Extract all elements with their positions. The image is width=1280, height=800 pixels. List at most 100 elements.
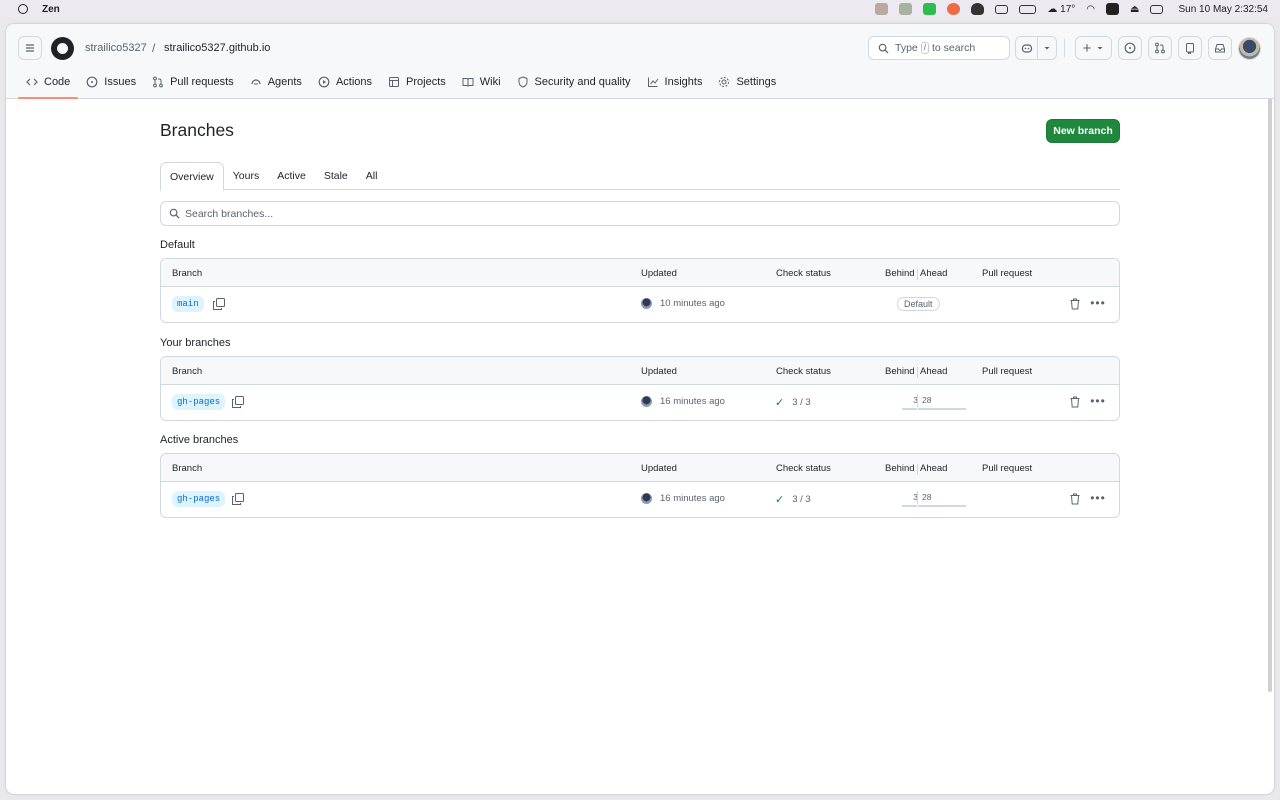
more-options-icon[interactable]: ••• <box>1090 490 1106 506</box>
search-icon <box>878 43 889 54</box>
github-header: strailico5327 / strailico5327.github.io … <box>6 24 1274 99</box>
global-search-input[interactable]: Type / to search <box>868 36 1010 60</box>
column-check-status: Check status <box>776 463 831 474</box>
more-options-icon[interactable]: ••• <box>1090 295 1106 311</box>
tray-app-icon[interactable] <box>947 3 961 15</box>
tab-active[interactable]: Active <box>268 162 315 190</box>
header-divider <box>1064 39 1065 57</box>
wechat-icon[interactable] <box>923 3 937 15</box>
clock[interactable]: Sun 10 May 2:32:54 <box>1178 4 1268 15</box>
tab-wiki[interactable]: Wiki <box>454 70 509 94</box>
breadcrumb-separator: / <box>152 41 156 55</box>
table-header: Branch Updated Check status Behind Ahead… <box>161 357 1119 385</box>
copy-icon[interactable] <box>212 297 226 311</box>
window-icon[interactable] <box>995 4 1009 14</box>
check-status[interactable]: ✓ 3 / 3 <box>775 493 811 506</box>
ahead-bar <box>918 505 966 507</box>
tab-agents[interactable]: Agents <box>242 70 310 94</box>
table-row: gh-pages 16 minutes ago ✓ 3 / 3 3 28 ••• <box>161 385 1119 420</box>
trash-icon[interactable] <box>1068 492 1082 506</box>
browser-window: strailico5327 / strailico5327.github.io … <box>6 24 1274 794</box>
menu-button[interactable] <box>18 36 42 60</box>
trash-icon[interactable] <box>1068 297 1082 311</box>
tab-label: Actions <box>335 76 373 88</box>
breadcrumb-repo[interactable]: strailico5327.github.io <box>164 42 270 54</box>
tab-issues[interactable]: Issues <box>78 70 144 94</box>
battery-icon[interactable] <box>1019 4 1037 14</box>
check-status[interactable]: ✓ 3 / 3 <box>775 396 811 409</box>
tab-pull-requests[interactable]: Pull requests <box>144 70 242 94</box>
tab-stale[interactable]: Stale <box>315 162 357 190</box>
tab-actions[interactable]: Actions <box>310 70 380 94</box>
tab-insights[interactable]: Insights <box>639 70 711 94</box>
branch-search-input[interactable]: Search branches... <box>160 201 1120 226</box>
tab-settings[interactable]: Settings <box>710 70 784 94</box>
trash-icon[interactable] <box>1068 395 1082 409</box>
code-icon <box>26 76 38 88</box>
tab-label: Settings <box>736 76 777 88</box>
tray-app-icon[interactable] <box>875 3 889 15</box>
copy-icon[interactable] <box>231 395 245 409</box>
tab-projects[interactable]: Projects <box>380 70 454 94</box>
column-check-status: Check status <box>776 268 831 279</box>
inbox-button[interactable] <box>1208 36 1232 60</box>
book-icon <box>462 76 474 88</box>
column-updated: Updated <box>641 366 677 377</box>
tray-app-icon[interactable] <box>1106 3 1120 15</box>
user-avatar[interactable] <box>1238 37 1261 60</box>
hamburger-icon <box>26 44 34 52</box>
tab-label: Pull requests <box>170 76 234 88</box>
copilot-icon[interactable] <box>1016 37 1038 59</box>
github-logo-icon[interactable] <box>51 37 74 60</box>
column-ahead: Ahead <box>920 268 948 279</box>
create-new-button[interactable]: + <box>1075 36 1112 60</box>
column-ahead: Ahead <box>920 463 948 474</box>
tab-all[interactable]: All <box>357 162 387 190</box>
more-options-icon[interactable]: ••• <box>1090 393 1106 409</box>
pull-requests-button[interactable] <box>1148 36 1172 60</box>
copilot-button[interactable] <box>1015 36 1057 60</box>
gear-icon <box>718 76 730 88</box>
author-avatar[interactable] <box>641 396 652 407</box>
wifi-icon[interactable]: ◠ <box>1086 4 1095 15</box>
tray-app-icon[interactable] <box>899 3 913 15</box>
branch-name-link[interactable]: gh-pages <box>172 491 226 507</box>
tab-security-and-quality[interactable]: Security and quality <box>509 70 639 94</box>
inbox-icon <box>1215 44 1225 53</box>
behind-ahead-graph: 3 28 <box>902 491 966 507</box>
tab-yours[interactable]: Yours <box>224 162 268 190</box>
weather-icon[interactable]: ☁ 17° <box>1047 4 1075 15</box>
chevron-down-icon[interactable] <box>1038 37 1056 59</box>
table-header: Branch Updated Check status Behind Ahead… <box>161 454 1119 482</box>
repo-icon <box>1186 43 1194 54</box>
branch-name-link[interactable]: main <box>172 296 204 312</box>
tab-overview[interactable]: Overview <box>160 162 224 191</box>
shield-icon <box>517 76 529 88</box>
eject-icon[interactable]: ⏏ <box>1130 4 1139 15</box>
behind-bar <box>902 505 917 507</box>
copy-icon[interactable] <box>231 492 245 506</box>
updated-cell: 16 minutes ago <box>641 493 725 504</box>
author-avatar[interactable] <box>641 493 652 504</box>
branch-name-link[interactable]: gh-pages <box>172 394 226 410</box>
tab-code[interactable]: Code <box>18 70 79 99</box>
repositories-button[interactable] <box>1178 36 1202 60</box>
issue-icon <box>86 76 98 88</box>
check-icon: ✓ <box>775 494 785 506</box>
qq-icon[interactable] <box>971 3 985 15</box>
control-center-icon[interactable] <box>1150 4 1164 14</box>
issue-icon <box>1124 42 1136 54</box>
issues-button[interactable] <box>1118 36 1142 60</box>
updated-time: 16 minutes ago <box>660 493 725 504</box>
new-branch-button[interactable]: New branch <box>1046 119 1120 143</box>
tab-label: Agents <box>267 76 302 88</box>
ahead-bar <box>918 408 966 410</box>
system-menu-icon[interactable] <box>18 4 28 14</box>
column-ahead: Ahead <box>920 366 948 377</box>
active-app-name[interactable]: Zen <box>42 4 60 15</box>
column-behind: Behind <box>885 366 915 377</box>
ahead-count: 28 <box>922 395 932 405</box>
author-avatar[interactable] <box>641 298 652 309</box>
breadcrumb-owner[interactable]: strailico5327 <box>85 42 147 54</box>
scrollbar[interactable] <box>1268 28 1272 692</box>
